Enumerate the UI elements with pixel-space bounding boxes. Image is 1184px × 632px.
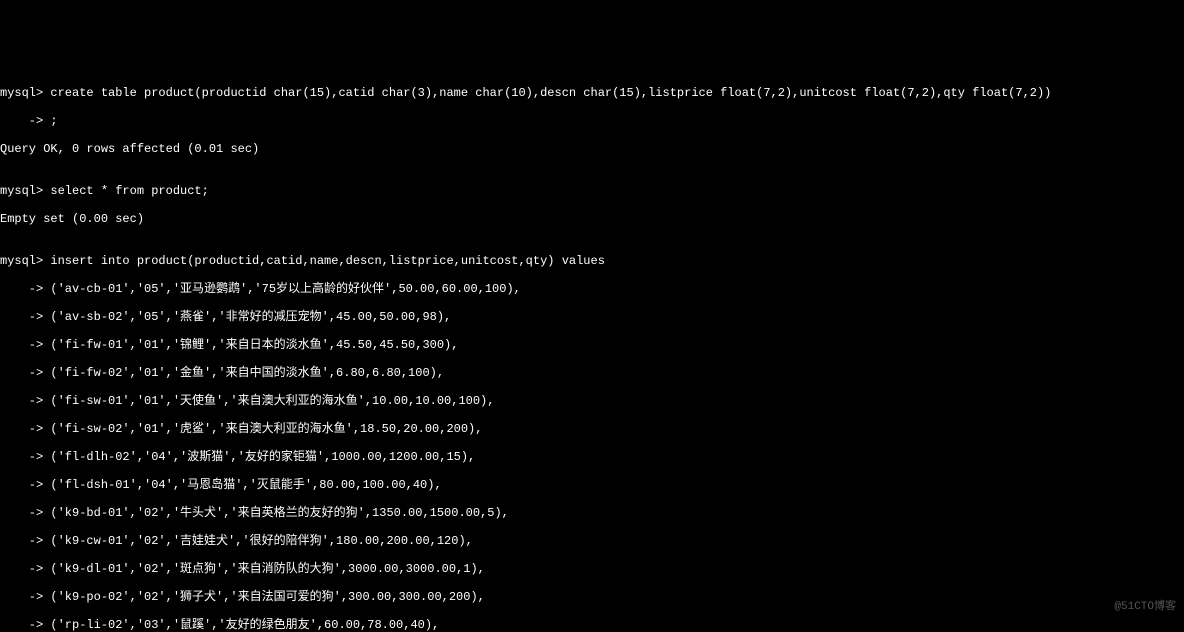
sql-line: mysql> create table product(productid ch… (0, 86, 1184, 100)
sql-line: -> ('fl-dlh-02','04','波斯猫','友好的家钜猫',1000… (0, 450, 1184, 464)
sql-line: -> ('fl-dsh-01','04','马恩岛猫','灭鼠能手',80.00… (0, 478, 1184, 492)
sql-line: mysql> insert into product(productid,cat… (0, 254, 1184, 268)
sql-line: -> ('rp-li-02','03','鼠蹊','友好的绿色朋友',60.00… (0, 618, 1184, 632)
sql-line: -> ; (0, 114, 1184, 128)
sql-line: -> ('fi-fw-02','01','金鱼','来自中国的淡水鱼',6.80… (0, 366, 1184, 380)
sql-line: -> ('k9-cw-01','02','吉娃娃犬','很好的陪伴狗',180.… (0, 534, 1184, 548)
sql-line: -> ('k9-po-02','02','狮子犬','来自法国可爱的狗',300… (0, 590, 1184, 604)
watermark: @51CTO博客 (1114, 600, 1176, 614)
sql-line: -> ('fi-sw-02','01','虎鲨','来自澳大利亚的海水鱼',18… (0, 422, 1184, 436)
terminal-output[interactable]: mysql> create table product(productid ch… (0, 70, 1184, 632)
sql-line: -> ('av-sb-02','05','燕雀','非常好的减压宠物',45.0… (0, 310, 1184, 324)
sql-line: -> ('k9-dl-01','02','斑点狗','来自消防队的大狗',300… (0, 562, 1184, 576)
result-line: Query OK, 0 rows affected (0.01 sec) (0, 142, 1184, 156)
sql-line: -> ('k9-bd-01','02','牛头犬','来自英格兰的友好的狗',1… (0, 506, 1184, 520)
result-line: Empty set (0.00 sec) (0, 212, 1184, 226)
sql-line: mysql> select * from product; (0, 184, 1184, 198)
sql-line: -> ('fi-fw-01','01','锦鲤','来自日本的淡水鱼',45.5… (0, 338, 1184, 352)
sql-line: -> ('av-cb-01','05','亚马逊鹦鹉','75岁以上高龄的好伙伴… (0, 282, 1184, 296)
sql-line: -> ('fi-sw-01','01','天使鱼','来自澳大利亚的海水鱼',1… (0, 394, 1184, 408)
